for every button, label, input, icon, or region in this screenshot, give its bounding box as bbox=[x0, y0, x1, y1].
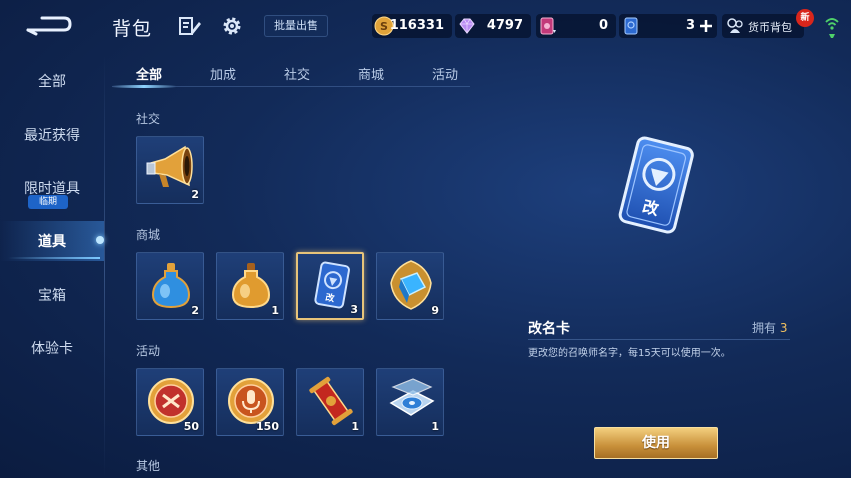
use-button[interactable]: 使用 bbox=[594, 427, 718, 459]
tab-shop[interactable]: 商城 bbox=[358, 64, 384, 83]
tab-active-indicator bbox=[112, 85, 176, 88]
item-count: 50 bbox=[183, 420, 199, 433]
item-slot[interactable]: 2 bbox=[136, 252, 204, 320]
currency-wallet-button[interactable]: 货币背包 bbox=[722, 14, 804, 38]
item-count: 2 bbox=[191, 304, 199, 317]
item-slot[interactable]: 2 bbox=[136, 136, 204, 204]
owned-number: 3 bbox=[779, 321, 788, 335]
bulk-sell-button[interactable]: 批量出售 bbox=[264, 15, 328, 37]
owned-count: 拥有 3 bbox=[752, 319, 787, 336]
rename-card-large-icon: 改 bbox=[618, 136, 694, 234]
item-description: 更改您的召唤师名字，每15天可以使用一次。 bbox=[528, 348, 731, 359]
wallet-label: 货币背包 bbox=[748, 21, 792, 34]
card-amount: 3 bbox=[685, 18, 695, 33]
page-title: 背包 bbox=[112, 18, 153, 40]
wallet-icon bbox=[727, 18, 743, 33]
card-currency: 3 bbox=[619, 14, 717, 38]
detail-divider bbox=[528, 339, 790, 340]
top-bar: 背包 批量出售 S 116331 4797 0 3 货币背包 新 bbox=[0, 0, 851, 52]
sidebar-item-recent[interactable]: 最近获得 bbox=[0, 125, 104, 145]
sidebar-item-props[interactable]: 道具 bbox=[0, 231, 104, 251]
item-count: 2 bbox=[191, 188, 199, 201]
card-icon bbox=[624, 17, 638, 35]
tab-all[interactable]: 全部 bbox=[136, 64, 162, 83]
sidebar-item-trial-cards[interactable]: 体验卡 bbox=[0, 338, 104, 358]
ticket-icon bbox=[540, 17, 556, 35]
gear-icon[interactable] bbox=[220, 14, 244, 38]
item-slot[interactable]: 9 bbox=[376, 252, 444, 320]
diamond-amount: 4797 bbox=[486, 18, 523, 33]
item-count: 9 bbox=[431, 304, 439, 317]
sidebar-active-line bbox=[8, 257, 100, 259]
section-label-social: 社交 bbox=[136, 112, 161, 126]
item-count: 1 bbox=[431, 420, 439, 433]
item-count: 3 bbox=[350, 303, 358, 316]
new-badge: 新 bbox=[796, 9, 814, 27]
item-slot[interactable]: 50 bbox=[136, 368, 204, 436]
wifi-icon bbox=[825, 18, 839, 38]
tab-boost[interactable]: 加成 bbox=[210, 64, 236, 83]
edit-icon[interactable] bbox=[178, 15, 202, 37]
ticket-amount: 0 bbox=[598, 18, 608, 33]
gold-amount: 116331 bbox=[389, 18, 444, 33]
back-icon[interactable] bbox=[24, 12, 72, 38]
item-name: 改名卡 bbox=[528, 321, 570, 337]
ticket-currency: 0 bbox=[536, 14, 616, 38]
sidebar: 全部 最近获得 限时道具 临期 道具 宝箱 体验卡 bbox=[0, 55, 104, 478]
section-label-event: 活动 bbox=[136, 344, 161, 358]
sidebar-item-all[interactable]: 全部 bbox=[0, 71, 104, 91]
item-slot[interactable]: 150 bbox=[216, 368, 284, 436]
section-label-shop: 商城 bbox=[136, 228, 161, 242]
sidebar-divider bbox=[104, 55, 105, 478]
sidebar-item-chests[interactable]: 宝箱 bbox=[0, 285, 104, 305]
item-count: 1 bbox=[271, 304, 279, 317]
gold-currency: S 116331 bbox=[372, 14, 452, 38]
owned-label: 拥有 bbox=[752, 321, 777, 335]
tab-social[interactable]: 社交 bbox=[284, 64, 310, 83]
expiring-badge: 临期 bbox=[28, 195, 68, 209]
item-slot-selected[interactable]: 改 3 bbox=[296, 252, 364, 320]
item-count: 150 bbox=[256, 420, 279, 433]
tab-event[interactable]: 活动 bbox=[432, 64, 458, 83]
item-count: 1 bbox=[351, 420, 359, 433]
plus-icon[interactable] bbox=[699, 19, 713, 33]
diamond-icon bbox=[459, 18, 475, 34]
section-label-other: 其他 bbox=[136, 459, 161, 473]
item-slot[interactable]: 1 bbox=[296, 368, 364, 436]
item-slot[interactable]: 1 bbox=[216, 252, 284, 320]
svg-text:S: S bbox=[380, 20, 388, 33]
item-slot[interactable]: 1 bbox=[376, 368, 444, 436]
diamond-currency: 4797 bbox=[455, 14, 531, 38]
